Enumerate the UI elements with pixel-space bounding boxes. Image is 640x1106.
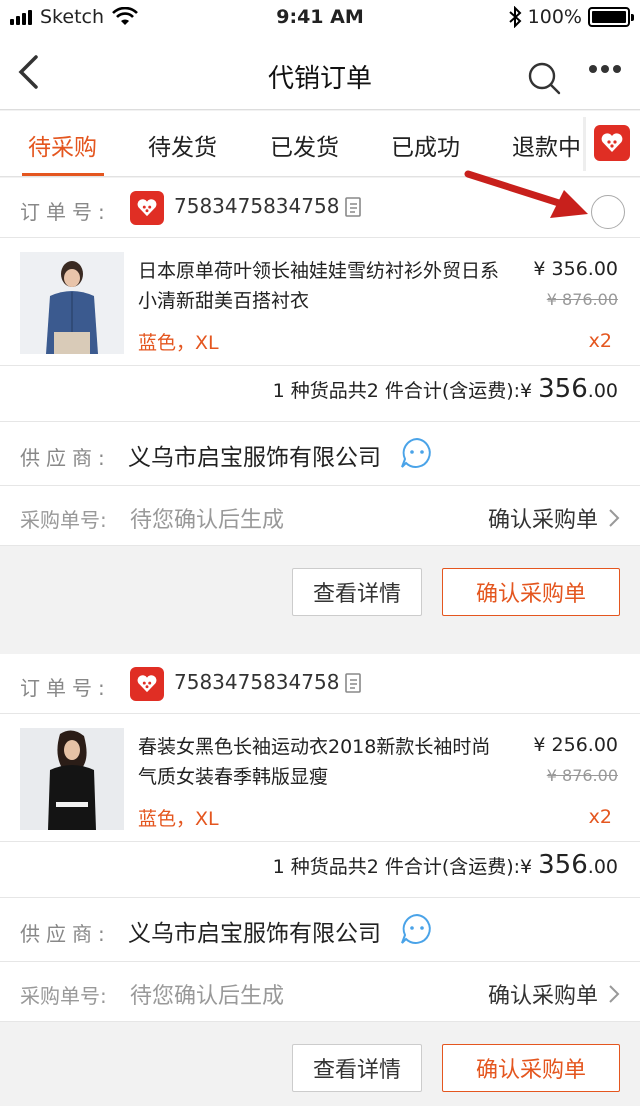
tab-divider [583, 117, 586, 171]
order-select-radio[interactable] [591, 195, 625, 229]
purchase-order-label: 采购单号: [20, 984, 107, 1008]
order-actions: 查看详情 确认采购单 [0, 1022, 640, 1106]
order-total-amount: 356 [538, 374, 588, 404]
annotation-arrow-icon [464, 170, 588, 218]
battery-percent: 100% [527, 6, 582, 28]
order-number-label: 订单号: [20, 200, 111, 224]
order-total-row: 1 种货品共2 件合计(含运费):¥ 356 .00 [0, 842, 640, 898]
tab-completed[interactable]: 已成功 [391, 128, 460, 162]
tab-shipped[interactable]: 已发货 [270, 128, 339, 162]
supplier-row: 供应商: 义乌市启宝服饰有限公司 [0, 898, 640, 962]
product-original-price: ¥ 876.00 [546, 290, 618, 309]
chat-icon[interactable] [400, 436, 434, 470]
view-details-button[interactable]: 查看详情 [292, 568, 422, 616]
search-icon[interactable] [526, 60, 562, 96]
more-icon[interactable] [588, 64, 622, 74]
confirm-purchase-link-label: 确认采购单 [487, 984, 598, 1009]
product-variant: 蓝色，XL [138, 332, 219, 354]
order-total-decimal: .00 [587, 380, 618, 402]
product-name: 日本原单荷叶领长袖娃娃雪纺衬衫外贸日系小清新甜美百搭衬衣 [138, 260, 500, 312]
product-image [20, 252, 124, 354]
product-original-price: ¥ 876.00 [546, 766, 618, 785]
purchase-order-row[interactable]: 采购单号: 待您确认后生成 确认采购单 [0, 962, 640, 1022]
product-row[interactable]: 日本原单荷叶领长袖娃娃雪纺衬衫外贸日系小清新甜美百搭衬衣 蓝色，XL ¥ 356… [0, 238, 640, 366]
bluetooth-icon [509, 6, 522, 28]
supplier-name: 义乌市启宝服饰有限公司 [128, 921, 381, 947]
order-total-decimal: .00 [587, 856, 618, 878]
tab-refunding[interactable]: 退款中 [512, 128, 581, 162]
confirm-purchase-link-label: 确认采购单 [487, 508, 598, 533]
purchase-order-row[interactable]: 采购单号: 待您确认后生成 确认采购单 [0, 486, 640, 546]
product-image [20, 728, 124, 830]
chat-icon[interactable] [400, 912, 434, 946]
product-quantity: x2 [588, 330, 612, 352]
chevron-right-icon [609, 985, 620, 1003]
battery-info: 100% [508, 6, 634, 28]
order-total-amount: 356 [538, 850, 588, 880]
order-header: 订单号: 7583475834758 [0, 654, 640, 714]
active-tab-indicator [22, 173, 104, 176]
order-number: 7583475834758 [174, 670, 340, 694]
supplier-label: 供应商: [20, 446, 111, 470]
chevron-right-icon [609, 509, 620, 527]
product-name: 春装女黑色长袖运动衣2018新款长袖时尚气质女装春季韩版显瘦 [138, 736, 491, 788]
confirm-purchase-button[interactable]: 确认采购单 [442, 1044, 620, 1092]
product-row[interactable]: 春装女黑色长袖运动衣2018新款长袖时尚气质女装春季韩版显瘦 蓝色，XL ¥ 2… [0, 714, 640, 842]
pinduoduo-platform-icon [130, 191, 164, 225]
nav-bar: 代销订单 [0, 36, 640, 110]
order-number-label: 订单号: [20, 676, 111, 700]
order-number: 7583475834758 [174, 194, 340, 218]
product-variant: 蓝色，XL [138, 808, 219, 830]
order-total-prefix: 1 种货品共2 件合计(含运费):¥ [272, 856, 533, 878]
supplier-row: 供应商: 义乌市启宝服饰有限公司 [0, 422, 640, 486]
view-details-button[interactable]: 查看详情 [292, 1044, 422, 1092]
order-total-row: 1 种货品共2 件合计(含运费):¥ 356 .00 [0, 366, 640, 422]
tab-pending-purchase[interactable]: 待采购 [28, 128, 97, 162]
confirm-purchase-button[interactable]: 确认采购单 [442, 568, 620, 616]
purchase-order-label: 采购单号: [20, 508, 107, 532]
order-total: 1 种货品共2 件合计(含运费):¥ 356 .00 [273, 374, 618, 404]
supplier-label: 供应商: [20, 922, 111, 946]
pinduoduo-platform-icon [130, 667, 164, 701]
copy-icon[interactable] [344, 672, 364, 694]
order-total-prefix: 1 种货品共2 件合计(含运费):¥ [272, 380, 533, 402]
product-quantity: x2 [588, 806, 612, 828]
supplier-name: 义乌市启宝服饰有限公司 [128, 445, 381, 471]
confirm-purchase-link[interactable]: 确认采购单 [488, 502, 620, 534]
confirm-purchase-link[interactable]: 确认采购单 [488, 978, 620, 1010]
order-card: 订单号: 7583475834758 日本原单荷叶领长袖娃娃雪纺衬衫外贸日系小清… [0, 178, 640, 546]
order-total: 1 种货品共2 件合计(含运费):¥ 356 .00 [273, 850, 618, 880]
purchase-order-value: 待您确认后生成 [130, 508, 285, 533]
battery-icon [588, 7, 634, 27]
product-price: ¥ 356.00 [533, 258, 618, 280]
order-actions: 查看详情 确认采购单 [0, 546, 640, 636]
tab-pending-ship[interactable]: 待发货 [148, 128, 217, 162]
product-price: ¥ 256.00 [533, 734, 618, 756]
status-bar: Sketch 9:41 AM 100% [0, 0, 640, 36]
order-card: 订单号: 7583475834758 春装女黑色长袖运动衣2018新款长袖时尚气… [0, 654, 640, 1022]
purchase-order-value: 待您确认后生成 [130, 984, 285, 1009]
copy-icon[interactable] [344, 196, 364, 218]
pinduoduo-logo-icon[interactable] [594, 125, 630, 161]
